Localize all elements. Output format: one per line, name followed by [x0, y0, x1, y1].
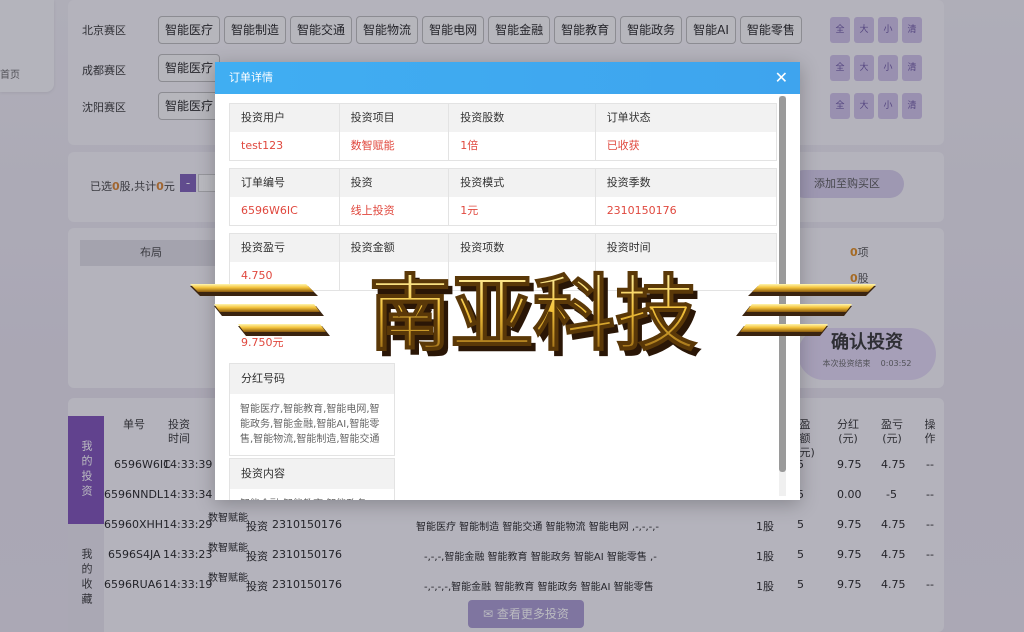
detail-value: 线上投资 [340, 197, 450, 225]
invest-content-title: 投资内容 [230, 459, 394, 489]
detail-header: 投资时间 [606, 241, 651, 254]
detail-grid-1: 投资用户 投资项目 投资股数 订单状态 test123 数智赋能 1倍 已收获 [229, 103, 777, 161]
detail-value: 6596W6IC [230, 197, 340, 225]
brand-text: 南亚科技 [369, 267, 697, 362]
detail-value: 已收获 [606, 139, 640, 152]
wing-right-icon [736, 284, 876, 336]
modal-title: 订单详情 [229, 71, 273, 84]
wing-left-icon [190, 284, 330, 336]
close-icon[interactable]: ✕ [775, 62, 788, 94]
dividend-numbers-box: 分红号码 智能医疗,智能教育,智能电网,智能政务,智能金融,智能AI,智能零售,… [229, 363, 395, 456]
detail-header: 投资股数 [449, 104, 596, 132]
detail-header: 订单编号 [230, 169, 340, 197]
brand-watermark: 南亚科技 南亚科技 [190, 266, 876, 364]
detail-header: 投资 [340, 169, 450, 197]
detail-value: 1倍 [449, 132, 596, 160]
detail-header: 投资项数 [449, 234, 596, 262]
detail-value: test123 [230, 132, 340, 160]
detail-header: 投资金额 [340, 234, 450, 262]
dividend-numbers-body: 智能医疗,智能教育,智能电网,智能政务,智能金融,智能AI,智能零售,智能物流,… [240, 404, 380, 445]
detail-header: 订单状态 [606, 111, 651, 124]
detail-value: 2310150176 [606, 204, 677, 217]
detail-value: 1元 [449, 197, 596, 225]
invest-content-box: 投资内容 智能金融,智能教育,智能政务 [229, 458, 395, 500]
detail-value: 数智赋能 [340, 132, 450, 160]
detail-header: 投资模式 [449, 169, 596, 197]
detail-grid-2: 订单编号 投资 投资模式 投资季数 6596W6IC 线上投资 1元 23101… [229, 168, 777, 226]
invest-content-body: 智能金融,智能教育,智能政务 [230, 489, 394, 500]
detail-header: 投资季数 [606, 176, 651, 189]
modal-header: 订单详情 ✕ [215, 62, 800, 94]
dividend-numbers-title: 分红号码 [230, 364, 394, 394]
detail-header: 投资用户 [230, 104, 340, 132]
detail-header: 投资项目 [340, 104, 450, 132]
detail-header: 投资盈亏 [230, 234, 340, 262]
